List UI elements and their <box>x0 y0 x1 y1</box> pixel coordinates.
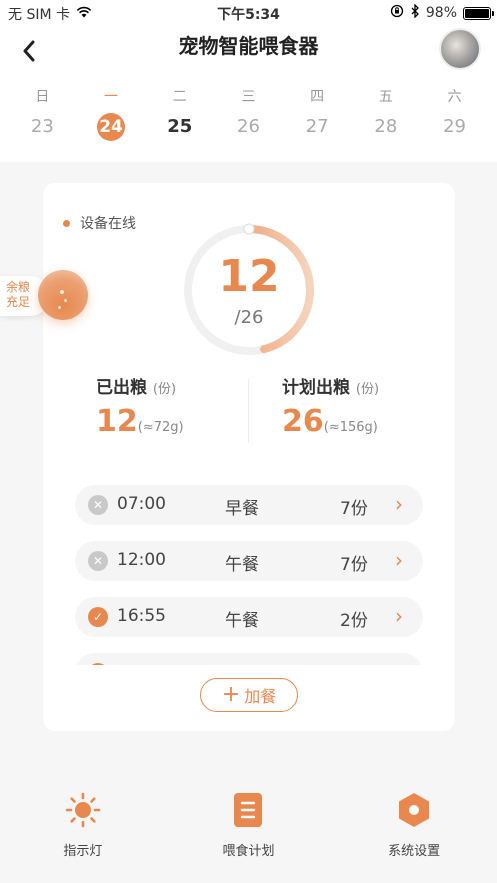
meal-list: ✕ 07:00 早餐 7份 › ✕ 12:00 午餐 7份 › ✓ 16:55 … <box>75 485 423 665</box>
week-calendar: 日 23 一 24 二 25 三 26 四 27 五 28 六 29 <box>0 76 497 162</box>
food-level-line1: 余粮 <box>6 280 31 294</box>
calendar-day[interactable]: 日 23 <box>12 76 72 162</box>
planned-label: 计划出粮 <box>282 378 350 398</box>
page-title: 宠物智能喂食器 <box>178 34 319 58</box>
meal-portion: 7份 <box>340 555 368 575</box>
calendar-day[interactable]: 三 26 <box>218 76 278 162</box>
check-icon: ✓ <box>88 663 108 665</box>
date-label: 26 <box>237 116 260 137</box>
dispensed-stat: 已出粮 (份) 12(≈72g) <box>96 373 184 439</box>
sun-icon <box>63 790 103 830</box>
meal-time: 12:00 <box>117 550 166 570</box>
planned-weight: (≈156g) <box>323 420 378 435</box>
weekday-label: 六 <box>447 89 462 105</box>
avatar[interactable] <box>439 28 481 70</box>
close-icon: ✕ <box>88 495 108 515</box>
bluetooth-icon <box>410 3 420 22</box>
close-icon: ✕ <box>88 551 108 571</box>
dispensed-unit: (份) <box>152 382 177 397</box>
chevron-right-icon: › <box>395 492 403 516</box>
tab-system-settings[interactable]: 系统设置 <box>344 780 484 883</box>
calendar-day-selected[interactable]: 一 24 <box>81 76 141 162</box>
food-level-line2: 充足 <box>6 295 31 309</box>
weekday-label: 四 <box>310 89 325 105</box>
weekday-label: 三 <box>241 89 256 105</box>
check-icon: ✓ <box>88 607 108 627</box>
device-status-label: 设备在线 <box>80 216 136 232</box>
meal-name: 午餐 <box>225 555 259 575</box>
planned-stat: 计划出粮 (份) 26(≈156g) <box>282 373 379 439</box>
meal-portion: 2份 <box>340 611 368 631</box>
dispensed-value: 12 <box>96 404 138 439</box>
document-icon <box>228 790 268 830</box>
calendar-day[interactable]: 六 29 <box>425 76 485 162</box>
date-label: 25 <box>167 116 193 137</box>
weekday-label: 一 <box>104 89 119 105</box>
weekday-label: 五 <box>378 89 393 105</box>
meal-name: 午餐 <box>225 611 259 631</box>
bottom-tab-bar: 指示灯 喂食计划 系统设置 <box>0 780 497 883</box>
meal-portion: 7份 <box>340 499 368 519</box>
battery-icon <box>463 6 494 20</box>
status-dot-icon <box>63 219 70 227</box>
weekday-label: 二 <box>172 89 187 105</box>
food-level-ball-icon <box>38 270 88 320</box>
planned-count: /26 <box>234 307 264 328</box>
status-bar: 无 SIM 卡 下午5:34 98% <box>0 0 497 26</box>
date-label: 29 <box>443 116 467 137</box>
meal-time: 07:00 <box>117 494 166 514</box>
tab-feeding-plan[interactable]: 喂食计划 <box>178 780 318 883</box>
add-meal-label: 加餐 <box>244 687 277 706</box>
calendar-day[interactable]: 五 28 <box>356 76 416 162</box>
tab-label: 喂食计划 <box>222 844 275 859</box>
dispensed-count: 12 <box>218 251 280 302</box>
plus-icon: + <box>221 682 241 707</box>
meal-name: 早餐 <box>225 499 259 519</box>
battery-percent: 98% <box>425 5 457 21</box>
nav-bar: 宠物智能喂食器 <box>0 26 497 76</box>
divider <box>248 379 249 443</box>
tab-label: 指示灯 <box>63 844 103 859</box>
device-status: 设备在线 <box>63 213 136 233</box>
meal-time: 16:55 <box>117 606 166 626</box>
date-label: 23 <box>30 116 54 137</box>
weekday-label: 日 <box>35 89 50 105</box>
orientation-lock-icon <box>390 4 404 22</box>
dispensed-label: 已出粮 <box>96 378 147 398</box>
status-right: 98% <box>390 3 494 22</box>
calendar-day[interactable]: 二 25 <box>150 76 210 162</box>
planned-unit: (份) <box>355 382 380 397</box>
dispensed-weight: (≈72g) <box>137 420 184 435</box>
feeding-stats: 已出粮 (份) 12(≈72g) 计划出粮 (份) 26(≈156g) <box>43 373 455 449</box>
calendar-day[interactable]: 四 27 <box>287 76 347 162</box>
chevron-right-icon: › <box>395 548 403 572</box>
food-level-label: 余粮 充足 <box>6 280 30 310</box>
add-meal-button[interactable]: + 加餐 <box>200 678 298 712</box>
tab-label: 系统设置 <box>388 844 441 859</box>
progress-ring: 12 /26 <box>182 223 316 357</box>
tab-indicator-light[interactable]: 指示灯 <box>13 780 153 883</box>
meal-row[interactable]: ✓ 16:55 午餐 2份 › <box>75 597 423 637</box>
date-label: 27 <box>305 116 329 137</box>
meal-row[interactable]: ✕ 12:00 午餐 7份 › <box>75 541 423 581</box>
meal-row[interactable]: ✕ 07:00 早餐 7份 › <box>75 485 423 525</box>
date-label: 24 <box>97 113 126 141</box>
feeder-card: 设备在线 12 /26 已出粮 (份) 12(≈72g) 计划出粮 (份) 26… <box>43 183 455 731</box>
hexagon-settings-icon <box>394 790 434 830</box>
food-level-indicator[interactable]: 余粮 充足 <box>0 270 92 322</box>
meal-row-partial[interactable]: ✓ <box>75 653 423 665</box>
chevron-right-icon: › <box>395 604 403 628</box>
planned-value: 26 <box>282 404 324 439</box>
date-label: 28 <box>374 116 398 137</box>
